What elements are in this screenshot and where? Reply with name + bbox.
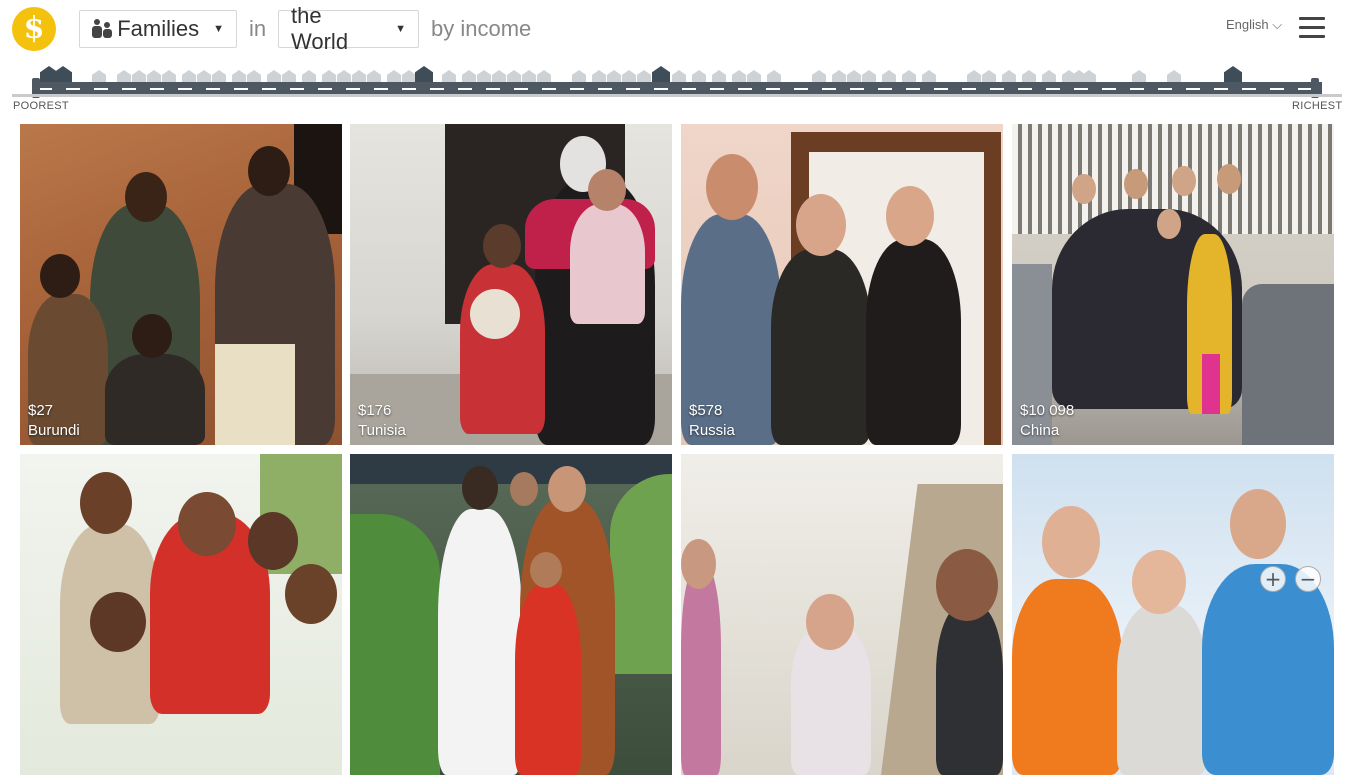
caret-down-icon: ▼ — [213, 23, 224, 35]
family-card-burundi[interactable]: $27 Burundi — [20, 124, 342, 445]
place-select-label: the World — [291, 3, 349, 54]
caret-down-icon: ▼ — [395, 23, 406, 35]
family-income: $10 098 — [1020, 402, 1075, 419]
dollar-icon[interactable]: $ — [12, 7, 56, 51]
connector-by-income: by income — [431, 16, 532, 41]
poorest-label: POOREST — [13, 100, 69, 112]
family-country: Tunisia — [358, 422, 406, 439]
connector-in: in — [249, 16, 267, 41]
family-icon — [92, 19, 112, 39]
family-photo — [350, 454, 672, 775]
family-card[interactable] — [350, 454, 672, 775]
zoom-in-button[interactable]: + — [1260, 566, 1286, 592]
things-select[interactable]: Families ▼ — [79, 10, 237, 48]
family-caption: $10 098 China — [1020, 401, 1074, 441]
things-select-label: Families — [117, 16, 200, 41]
family-caption: $176 Tunisia — [358, 401, 406, 441]
street-houses — [32, 64, 1322, 84]
language-select[interactable]: English ⌵ — [1226, 17, 1282, 33]
place-select[interactable]: the World ▼ — [278, 3, 419, 54]
family-photo — [350, 124, 672, 445]
header: $ Families ▼ in the World ▼ by income En… — [0, 0, 1365, 58]
income-street[interactable]: POOREST RICHEST — [0, 58, 1365, 118]
family-photo — [681, 454, 1003, 775]
family-photo — [20, 124, 342, 445]
family-country: China — [1020, 422, 1060, 439]
family-card[interactable] — [1012, 454, 1334, 775]
zoom-out-button[interactable]: − — [1295, 566, 1321, 592]
family-income: $176 — [358, 402, 392, 419]
family-caption: $27 Burundi — [28, 401, 80, 441]
family-photo — [20, 454, 342, 775]
family-caption: $578 Russia — [689, 401, 735, 441]
hamburger-menu-icon[interactable] — [1299, 17, 1325, 39]
family-income: $27 — [28, 402, 54, 419]
family-photo — [1012, 124, 1334, 445]
family-card-tunisia[interactable]: $176 Tunisia — [350, 124, 672, 445]
family-photo — [1012, 454, 1334, 775]
family-photo — [681, 124, 1003, 445]
family-card[interactable] — [20, 454, 342, 775]
family-card[interactable] — [681, 454, 1003, 775]
richest-label: RICHEST — [1292, 100, 1343, 112]
family-country: Russia — [689, 422, 735, 439]
family-card-china[interactable]: $10 098 China — [1012, 124, 1334, 445]
family-card-russia[interactable]: $578 Russia — [681, 124, 1003, 445]
family-income: $578 — [689, 402, 723, 419]
family-country: Burundi — [28, 422, 80, 439]
